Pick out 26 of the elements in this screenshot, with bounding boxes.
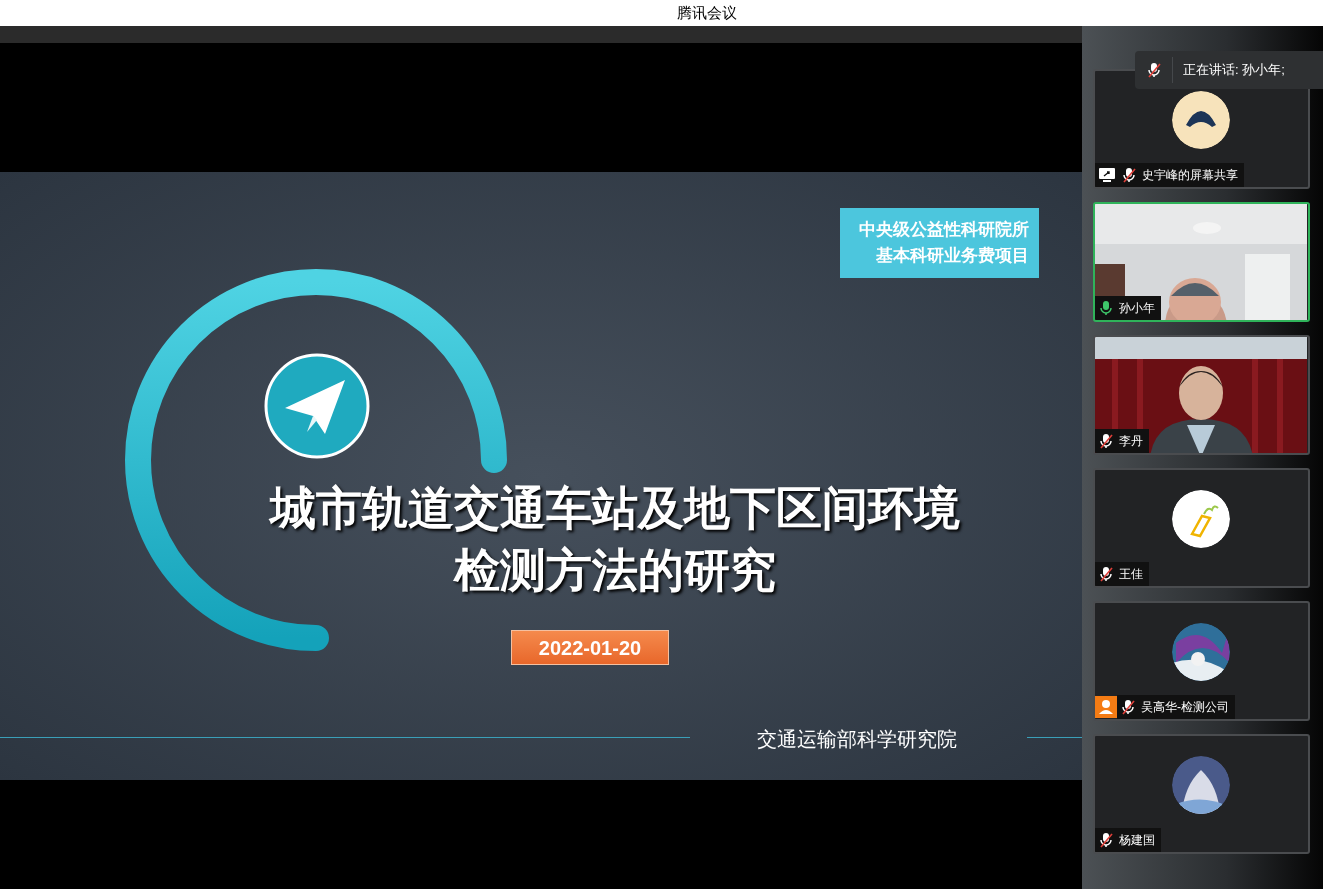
badge-text: 中央级公益性科研院所 [859,219,1029,241]
participant-name: 王佳 [1119,566,1143,583]
participant-name: 史宇峰的屏幕共享 [1142,167,1238,184]
date-label: 2022-01-20 [511,630,669,665]
muted-mic-icon [1120,699,1136,715]
window-title: 腾讯会议 [675,2,737,23]
organization-name: 交通运输部科学研究院 [757,727,957,752]
muted-mic-icon [1121,167,1137,183]
muted-mic-icon [1098,433,1114,449]
mic-icon [1098,300,1114,316]
slide-title: 检测方法的研究 [454,543,776,598]
badge-text: 基本科研业务费项目 [876,245,1029,267]
participant-tile[interactable]: 杨建国 [1093,734,1310,854]
paper-plane-icon [263,352,371,460]
muted-mic-icon [1098,832,1114,848]
participant-tile[interactable]: 李丹 [1093,335,1310,455]
participant-name: 吴高华-检测公司 [1141,699,1229,716]
participant-name: 杨建国 [1119,832,1155,849]
participant-tile[interactable]: 孙小年 [1093,202,1310,322]
muted-mic-icon [1145,62,1162,78]
participant-tile[interactable]: 王佳 [1093,468,1310,588]
muted-mic-icon [1098,566,1114,582]
participant-tile[interactable]: 吴高华-检测公司 [1093,601,1310,721]
participant-name: 李丹 [1119,433,1143,450]
slide-title: 城市轨道交通车站及地下区间环境 [270,481,960,536]
participant-name: 孙小年 [1119,300,1155,317]
